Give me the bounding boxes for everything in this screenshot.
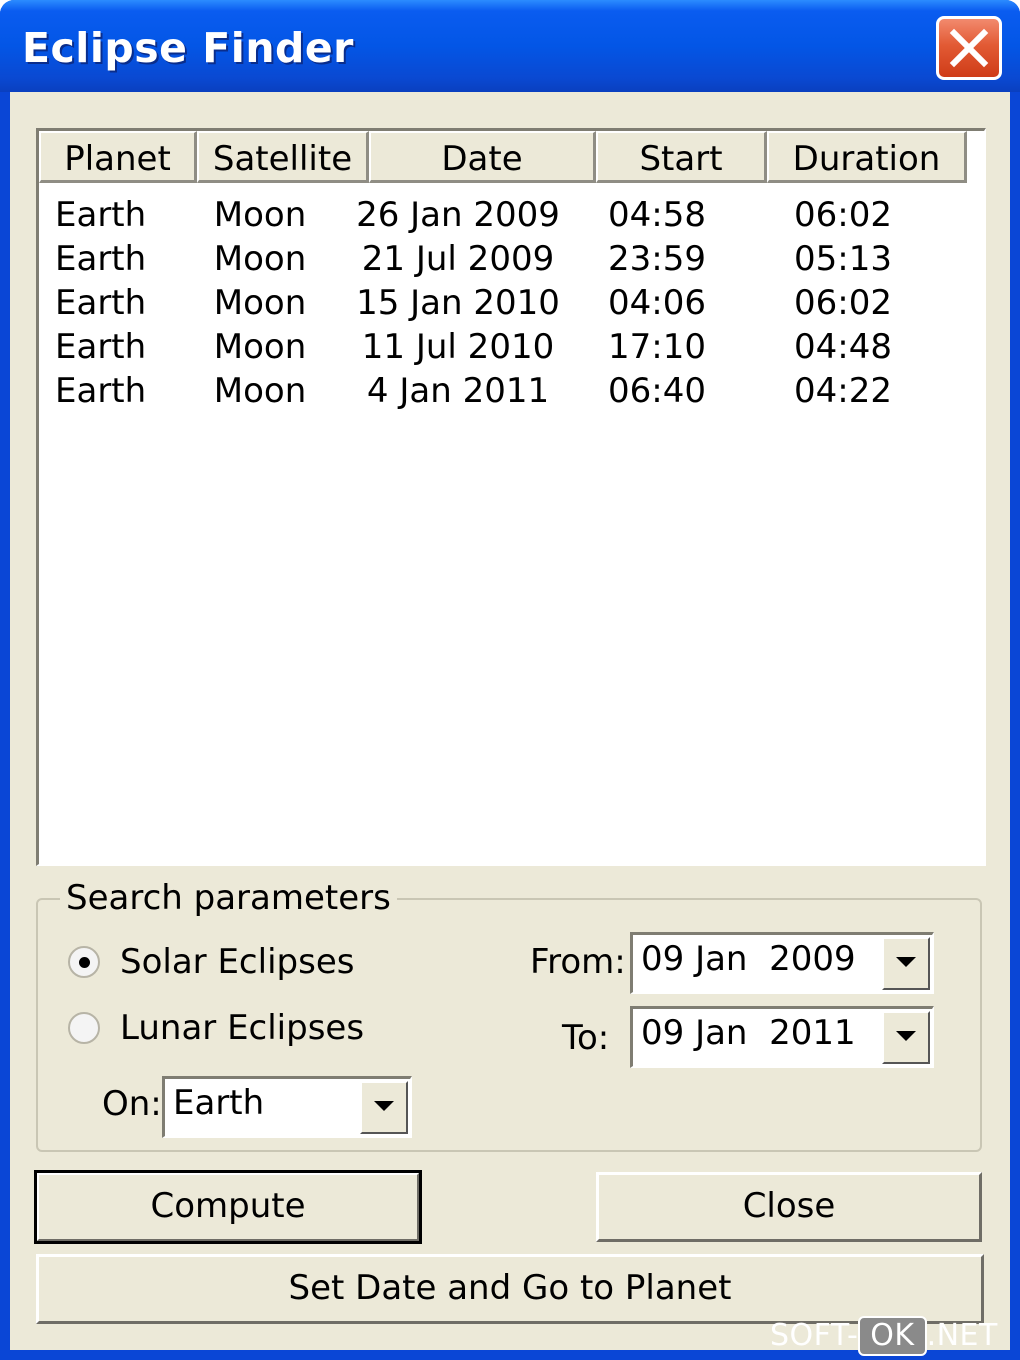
to-date-picker[interactable]: 09 Jan 2011 (630, 1006, 934, 1068)
cell-satellite: Moon (213, 327, 307, 367)
radio-selected-dot (79, 957, 90, 968)
lunar-eclipses-radio[interactable] (68, 1012, 100, 1044)
from-label: From: (530, 942, 626, 982)
eclipse-list[interactable]: Planet Satellite Date Start Duration Ear… (36, 128, 986, 866)
cell-planet: Earth (55, 283, 147, 323)
cell-duration: 05:13 (794, 239, 892, 279)
title-bar[interactable]: Eclipse Finder (0, 0, 1020, 92)
cell-start: 23:59 (608, 239, 706, 279)
compute-button[interactable]: Compute (34, 1170, 422, 1244)
to-date-value: 09 Jan 2011 (641, 1013, 856, 1053)
lunar-eclipses-label[interactable]: Lunar Eclipses (120, 1008, 364, 1048)
window-title: Eclipse Finder (22, 24, 354, 72)
cell-satellite: Moon (213, 195, 307, 235)
search-parameters-label: Search parameters (60, 878, 397, 918)
column-header-start[interactable]: Start (596, 131, 767, 183)
cell-start: 04:58 (608, 195, 706, 235)
to-label: To: (562, 1018, 610, 1058)
from-date-value: 09 Jan 2009 (641, 939, 856, 979)
on-label: On: (102, 1084, 162, 1124)
cell-satellite: Moon (213, 371, 307, 411)
column-header-planet[interactable]: Planet (39, 131, 197, 183)
cell-date: 11 Jul 2010 (361, 327, 555, 367)
cell-start: 04:06 (608, 283, 706, 323)
cell-date: 4 Jan 2011 (366, 371, 550, 411)
cell-satellite: Moon (213, 283, 307, 323)
planet-dropdown-button[interactable] (360, 1081, 408, 1134)
to-dropdown-button[interactable] (882, 1011, 930, 1064)
cell-planet: Earth (55, 371, 147, 411)
close-icon (949, 28, 989, 68)
planet-select[interactable]: Earth (162, 1076, 412, 1138)
cell-date: 26 Jan 2009 (356, 195, 560, 235)
from-dropdown-button[interactable] (882, 937, 930, 990)
planet-select-value: Earth (173, 1083, 265, 1123)
cell-date: 15 Jan 2010 (356, 283, 560, 323)
watermark-ok: OK (858, 1316, 927, 1356)
solar-eclipses-radio[interactable] (68, 946, 100, 978)
cell-planet: Earth (55, 327, 147, 367)
window-close-button[interactable] (936, 16, 1002, 80)
cell-date: 21 Jul 2009 (361, 239, 555, 279)
solar-eclipses-label[interactable]: Solar Eclipses (120, 942, 354, 982)
dialog-body: Planet Satellite Date Start Duration Ear… (10, 92, 1010, 1350)
chevron-down-icon (896, 957, 916, 967)
column-header-satellite[interactable]: Satellite (197, 131, 369, 183)
column-header-date[interactable]: Date (369, 131, 596, 183)
from-date-picker[interactable]: 09 Jan 2009 (630, 932, 934, 994)
chevron-down-icon (374, 1101, 394, 1111)
cell-duration: 06:02 (794, 283, 892, 323)
eclipse-finder-window: Eclipse Finder Planet Satellite Date Sta… (0, 0, 1020, 1360)
watermark-left: SOFT- (770, 1318, 859, 1353)
cell-planet: Earth (55, 239, 147, 279)
column-header-duration[interactable]: Duration (767, 131, 967, 183)
set-date-go-to-planet-button[interactable]: Set Date and Go to Planet (36, 1254, 984, 1324)
cell-duration: 04:22 (794, 371, 892, 411)
watermark: SOFT- OK .NET (770, 1316, 998, 1356)
close-button[interactable]: Close (596, 1172, 982, 1242)
cell-planet: Earth (55, 195, 147, 235)
cell-satellite: Moon (213, 239, 307, 279)
watermark-right: .NET (926, 1318, 998, 1353)
cell-duration: 04:48 (794, 327, 892, 367)
chevron-down-icon (896, 1031, 916, 1041)
cell-start: 06:40 (608, 371, 706, 411)
cell-start: 17:10 (608, 327, 706, 367)
cell-duration: 06:02 (794, 195, 892, 235)
